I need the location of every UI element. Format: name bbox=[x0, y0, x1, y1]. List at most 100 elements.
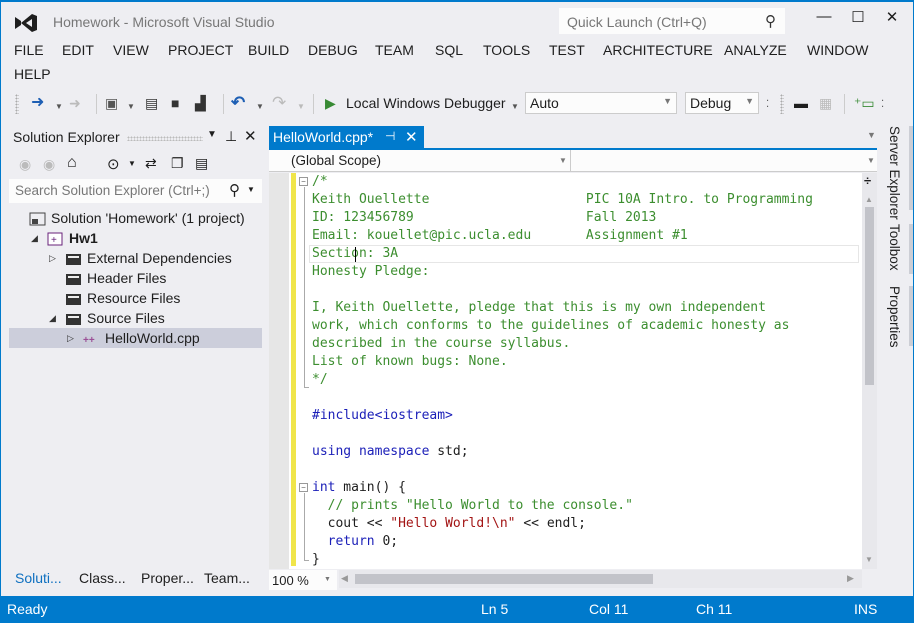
solution-explorer-search-input[interactable]: Search Solution Explorer (Ctrl+;) ⚲ ▼ bbox=[9, 179, 262, 203]
close-icon[interactable]: ✕ bbox=[405, 128, 418, 146]
document-tab-helloworld[interactable]: HelloWorld.cpp* ⊣ ✕ bbox=[269, 126, 424, 150]
tab-team-explorer[interactable]: Team... bbox=[204, 570, 250, 586]
local-windows-debugger-button[interactable]: Local Windows Debugger bbox=[346, 94, 506, 112]
expand-icon[interactable]: ▷ bbox=[67, 328, 74, 348]
tree-node[interactable]: ◢ Source Files bbox=[9, 308, 262, 328]
tab-server-explorer[interactable]: Server Explorer bbox=[887, 126, 902, 220]
save-all-icon[interactable]: ▟ bbox=[195, 94, 206, 112]
chevron-down-icon[interactable]: ▼ bbox=[247, 185, 255, 194]
vertical-scrollbar[interactable]: ÷ ▲ ▼ bbox=[862, 173, 877, 569]
tree-node[interactable]: Resource Files bbox=[9, 288, 262, 308]
scroll-right-icon[interactable]: ▶ bbox=[847, 573, 854, 584]
sync-icon[interactable]: ⇄ bbox=[145, 155, 157, 172]
split-handle-icon[interactable]: ÷ bbox=[864, 173, 871, 188]
code-line[interactable]: // prints "Hello World to the console." bbox=[312, 497, 813, 515]
menu-analyze[interactable]: ANALYZE bbox=[724, 42, 787, 58]
menu-edit[interactable]: EDIT bbox=[62, 42, 94, 58]
scroll-up-icon[interactable]: ▲ bbox=[865, 195, 873, 204]
member-select[interactable]: ▼ bbox=[575, 150, 877, 171]
tab-property-manager[interactable]: Proper... bbox=[141, 570, 194, 586]
collapse-icon[interactable]: ◢ bbox=[49, 308, 56, 328]
menu-test[interactable]: TEST bbox=[549, 42, 585, 58]
scroll-down-icon[interactable]: ▼ bbox=[865, 555, 873, 564]
expand-icon[interactable]: ▷ bbox=[49, 248, 56, 268]
new-project-icon[interactable]: ▣ bbox=[105, 94, 118, 112]
menu-view[interactable]: VIEW bbox=[113, 42, 149, 58]
code-line[interactable]: */ bbox=[312, 371, 813, 389]
code-line[interactable]: Section: 3A bbox=[312, 245, 813, 263]
zoom-select[interactable]: 100 % ▼ bbox=[269, 570, 337, 590]
code-text[interactable]: /* Keith Ouellette PIC 10A Intro. to Prog… bbox=[312, 173, 813, 569]
start-debug-icon[interactable]: ▶ bbox=[325, 94, 336, 112]
code-line[interactable]: cout << "Hello World!\n" << endl; bbox=[312, 515, 813, 533]
solution-platform-select[interactable]: Auto ▼ bbox=[525, 92, 677, 114]
menu-project[interactable]: PROJECT bbox=[168, 42, 233, 58]
code-editor[interactable]: − − /* Keith Ouellette PIC 10A Intro. to … bbox=[269, 173, 862, 569]
tree-node[interactable]: ▷ ++ HelloWorld.cpp bbox=[9, 328, 262, 348]
collapse-all-icon[interactable]: ❐ bbox=[171, 155, 184, 172]
scroll-thumb[interactable] bbox=[865, 207, 874, 385]
code-line[interactable]: } bbox=[312, 551, 813, 569]
menu-file[interactable]: FILE bbox=[14, 42, 44, 58]
code-line[interactable]: using namespace std; bbox=[312, 443, 813, 461]
tab-overflow-dropdown-icon[interactable]: ▼ bbox=[867, 130, 876, 140]
code-line[interactable]: Honesty Pledge: bbox=[312, 263, 813, 281]
back-dropdown-icon[interactable]: ▼ bbox=[55, 98, 63, 116]
panel-drag-handle[interactable] bbox=[127, 136, 203, 141]
menu-help[interactable]: HELP bbox=[14, 66, 51, 82]
menu-build[interactable]: BUILD bbox=[248, 42, 289, 58]
close-button[interactable]: ✕ bbox=[877, 8, 907, 32]
bookmark-icon[interactable]: ▦ bbox=[819, 94, 832, 112]
code-line[interactable] bbox=[312, 425, 813, 443]
code-line[interactable]: List of known bugs: None. bbox=[312, 353, 813, 371]
debugger-dropdown-icon[interactable]: ▼ bbox=[511, 98, 519, 116]
scope-select[interactable]: (Global Scope) ▼ bbox=[269, 150, 571, 171]
code-line[interactable]: #include<iostream> bbox=[312, 407, 813, 425]
tree-node[interactable]: ◢ + Hw1 bbox=[9, 228, 262, 248]
open-file-icon[interactable]: ▤ bbox=[145, 94, 158, 112]
tree-node[interactable]: Solution 'Homework' (1 project) bbox=[9, 208, 262, 228]
tab-class-view[interactable]: Class... bbox=[79, 570, 126, 586]
new-project-dropdown-icon[interactable]: ▼ bbox=[127, 98, 135, 116]
collapse-region-icon[interactable]: − bbox=[299, 177, 308, 186]
menu-architecture[interactable]: ARCHITECTURE bbox=[603, 42, 713, 58]
menu-tools[interactable]: TOOLS bbox=[483, 42, 530, 58]
code-line[interactable]: I, Keith Ouellette, pledge that this is … bbox=[312, 299, 813, 317]
save-icon[interactable]: ■ bbox=[171, 94, 179, 112]
minimize-button[interactable]: — bbox=[809, 8, 839, 32]
undo-icon[interactable]: ↶ bbox=[231, 94, 245, 112]
tab-solution-explorer[interactable]: Soluti... bbox=[15, 570, 62, 586]
collapse-icon[interactable]: ◢ bbox=[31, 228, 38, 248]
forward-icon[interactable]: ➜ bbox=[69, 94, 81, 112]
code-line[interactable]: int main() { bbox=[312, 479, 813, 497]
code-line[interactable] bbox=[312, 389, 813, 407]
properties-icon[interactable]: ▤ bbox=[195, 155, 208, 172]
toolbar-grip[interactable] bbox=[780, 94, 784, 114]
undo-dropdown-icon[interactable]: ▼ bbox=[256, 98, 264, 116]
home-icon[interactable]: ⌂ bbox=[67, 154, 77, 172]
chevron-down-icon[interactable]: ▼ bbox=[128, 159, 136, 168]
forward-icon[interactable]: ◉ bbox=[43, 156, 55, 173]
menu-window[interactable]: WINDOW bbox=[807, 42, 868, 58]
redo-icon[interactable]: ↷ bbox=[272, 94, 286, 112]
code-line[interactable] bbox=[312, 281, 813, 299]
scroll-thumb[interactable] bbox=[355, 574, 653, 584]
comment-icon[interactable]: ⁺▭ bbox=[854, 94, 875, 112]
pin-icon[interactable]: ⊥ bbox=[225, 128, 237, 145]
tree-node[interactable]: Header Files bbox=[9, 268, 262, 288]
code-line[interactable]: ID: 123456789 Fall 2013 bbox=[312, 209, 813, 227]
toolbar-overflow-icon[interactable]: ⁚ bbox=[766, 96, 769, 114]
step-icon[interactable]: ▬ bbox=[794, 94, 808, 112]
code-line[interactable]: Email: kouellet@pic.ucla.edu Assignment … bbox=[312, 227, 813, 245]
code-line[interactable]: return 0; bbox=[312, 533, 813, 551]
code-line[interactable]: described in the course syllabus. bbox=[312, 335, 813, 353]
tab-toolbox[interactable]: Toolbox bbox=[887, 224, 902, 271]
menu-debug[interactable]: DEBUG bbox=[308, 42, 358, 58]
code-line[interactable]: /* bbox=[312, 173, 813, 191]
tree-node[interactable]: ▷ External Dependencies bbox=[9, 248, 262, 268]
horizontal-scrollbar[interactable]: ◀ ▶ bbox=[339, 570, 862, 588]
quick-launch-input[interactable]: Quick Launch (Ctrl+Q) ⚲ bbox=[559, 8, 785, 34]
back-icon[interactable]: ➜ bbox=[31, 94, 44, 112]
chevron-down-icon[interactable]: ▼ bbox=[207, 129, 217, 140]
indicator-margin[interactable] bbox=[269, 173, 289, 569]
